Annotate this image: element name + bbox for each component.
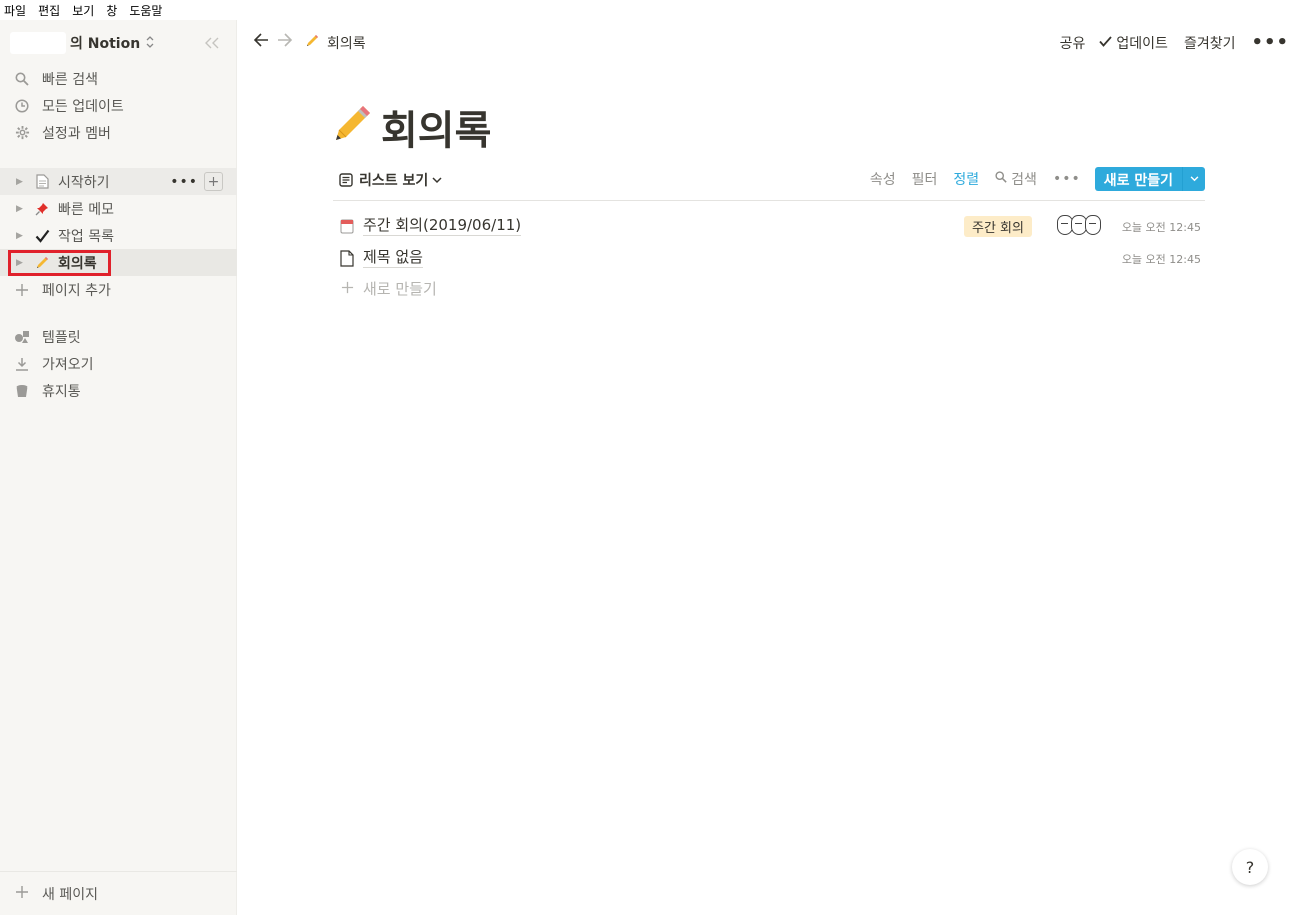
sidebar-new-page-button[interactable]: 새 페이지 — [0, 871, 237, 915]
more-options-icon[interactable]: ••• — [170, 174, 198, 190]
sidebar-item-label: 가져오기 — [42, 356, 94, 373]
expand-triangle-icon[interactable]: ▶ — [16, 231, 26, 241]
sidebar-item-all-updates[interactable]: 모든 업데이트 — [0, 92, 237, 119]
new-page-label: 새 페이지 — [42, 886, 98, 903]
menu-edit[interactable]: 편집 — [38, 2, 60, 19]
sidebar-item-settings[interactable]: 설정과 멤버 — [0, 119, 237, 146]
checkmark-icon — [34, 228, 50, 244]
share-button[interactable]: 공유 — [1060, 33, 1086, 53]
document-icon — [34, 174, 50, 190]
workspace-name: 의 Notion — [70, 36, 141, 52]
filter-button[interactable]: 필터 — [912, 169, 938, 189]
back-arrow-icon[interactable] — [253, 32, 269, 53]
plus-icon — [14, 282, 30, 298]
more-options-icon[interactable]: ••• — [1053, 171, 1081, 187]
new-row-label: 새로 만들기 — [363, 280, 437, 298]
pencil-icon — [305, 34, 319, 52]
app-menubar: 파일 편집 보기 창 도움말 — [0, 0, 1299, 20]
chevron-down-icon — [432, 174, 442, 187]
pushpin-icon — [34, 201, 50, 217]
workspace-name-redacted — [10, 32, 66, 54]
search-icon[interactable] — [995, 171, 1007, 187]
menu-file[interactable]: 파일 — [4, 2, 26, 19]
gear-icon — [14, 125, 30, 141]
plus-icon — [337, 278, 357, 299]
help-button[interactable]: ? — [1232, 849, 1268, 885]
sidebar-item-quick-search[interactable]: 빠른 검색 — [0, 65, 237, 92]
add-subpage-icon[interactable]: + — [204, 172, 223, 191]
forward-arrow-icon[interactable] — [277, 32, 293, 53]
more-options-button[interactable]: ••• — [1251, 32, 1289, 53]
sidebar-item-label: 휴지통 — [42, 383, 81, 400]
expand-triangle-icon[interactable]: ▶ — [16, 177, 26, 187]
row-timestamp: 오늘 오전 12:45 — [1121, 221, 1201, 234]
breadcrumb-label: 회의록 — [327, 36, 366, 52]
sidebar-item-label: 설정과 멤버 — [42, 125, 111, 142]
chevron-down-icon[interactable] — [1182, 167, 1205, 191]
new-row-button[interactable]: 새로 만들기 — [333, 278, 437, 299]
topbar: 회의록 공유 업데이트 즐겨찾기 ••• — [237, 20, 1299, 65]
avatar — [1085, 215, 1101, 235]
list-item[interactable]: 주간 회의(2019/06/11) 주간 회의 오늘 오전 12:45 — [333, 211, 1205, 241]
page-title-block: 회의록 — [333, 98, 491, 156]
view-selector[interactable]: 리스트 보기 — [339, 170, 442, 190]
menu-window[interactable]: 창 — [106, 2, 117, 19]
sidebar-page-task-list[interactable]: ▶ 작업 목록 — [0, 222, 237, 249]
sidebar-page-label: 작업 목록 — [58, 228, 114, 245]
favorites-button[interactable]: 즐겨찾기 — [1184, 33, 1236, 53]
database-view-bar: 리스트 보기 속성 필터 정렬 검색 ••• 새로 만들기 — [333, 165, 1205, 201]
document-icon — [337, 249, 357, 267]
menu-view[interactable]: 보기 — [72, 2, 94, 19]
topbar-actions: 공유 업데이트 즐겨찾기 ••• — [1044, 32, 1289, 53]
calendar-icon — [337, 218, 357, 234]
highlight-box — [8, 250, 111, 276]
sidebar-item-import[interactable]: 가져오기 — [0, 350, 237, 377]
list-item[interactable]: 제목 없음 오늘 오전 12:45 — [333, 243, 1205, 273]
view-name: 리스트 보기 — [359, 173, 429, 189]
workspace-switcher[interactable]: 의 Notion — [10, 30, 234, 56]
row-title: 주간 회의(2019/06/11) — [363, 216, 522, 236]
sidebar-item-label: 빠른 검색 — [42, 71, 98, 88]
sidebar-item-label: 페이지 추가 — [42, 282, 111, 299]
sidebar-add-page[interactable]: 페이지 추가 — [0, 276, 237, 303]
expand-triangle-icon[interactable]: ▶ — [16, 204, 26, 214]
properties-button[interactable]: 속성 — [870, 169, 896, 189]
sidebar-page-label: 시작하기 — [58, 174, 110, 191]
sidebar-item-templates[interactable]: 템플릿 — [0, 323, 237, 350]
breadcrumb[interactable]: 회의록 — [305, 33, 366, 53]
sidebar-item-trash[interactable]: 휴지통 — [0, 377, 237, 404]
shapes-icon — [14, 329, 30, 345]
page-title[interactable]: 회의록 — [381, 98, 491, 156]
collapse-sidebar-icon[interactable] — [204, 34, 220, 53]
trash-icon — [14, 383, 30, 399]
sidebar-item-label: 모든 업데이트 — [42, 98, 124, 115]
sidebar: 의 Notion 빠른 검색 모든 업데이트 설정과 멤버 ▶ 시작하기 ••• — [0, 20, 237, 915]
new-button-label[interactable]: 새로 만들기 — [1095, 167, 1182, 191]
menu-help[interactable]: 도움말 — [129, 2, 162, 19]
updates-button[interactable]: 업데이트 — [1116, 33, 1168, 53]
plus-icon — [14, 883, 30, 904]
download-icon — [14, 356, 30, 372]
search-button[interactable]: 검색 — [1011, 169, 1037, 189]
status-badge[interactable]: 주간 회의 — [964, 216, 1032, 237]
sort-button[interactable]: 정렬 — [953, 169, 979, 189]
sidebar-page-getting-started[interactable]: ▶ 시작하기 ••• + — [0, 168, 237, 195]
sidebar-page-label: 빠른 메모 — [58, 201, 114, 218]
search-icon — [14, 71, 30, 87]
list-view-icon — [339, 173, 353, 187]
chevron-updown-icon — [146, 35, 154, 51]
view-tools: 속성 필터 정렬 검색 ••• 새로 만들기 — [870, 167, 1205, 191]
row-title: 제목 없음 — [363, 248, 423, 268]
new-button: 새로 만들기 — [1094, 167, 1205, 191]
pencil-emoji-icon[interactable] — [333, 103, 373, 152]
participants-avatars[interactable] — [1057, 215, 1101, 235]
sidebar-item-label: 템플릿 — [42, 329, 81, 346]
page-actions: ••• + — [170, 172, 223, 191]
row-timestamp: 오늘 오전 12:45 — [1121, 253, 1201, 266]
sidebar-page-quick-note[interactable]: ▶ 빠른 메모 — [0, 195, 237, 222]
checkmark-icon — [1099, 35, 1113, 51]
clock-icon — [14, 98, 30, 114]
